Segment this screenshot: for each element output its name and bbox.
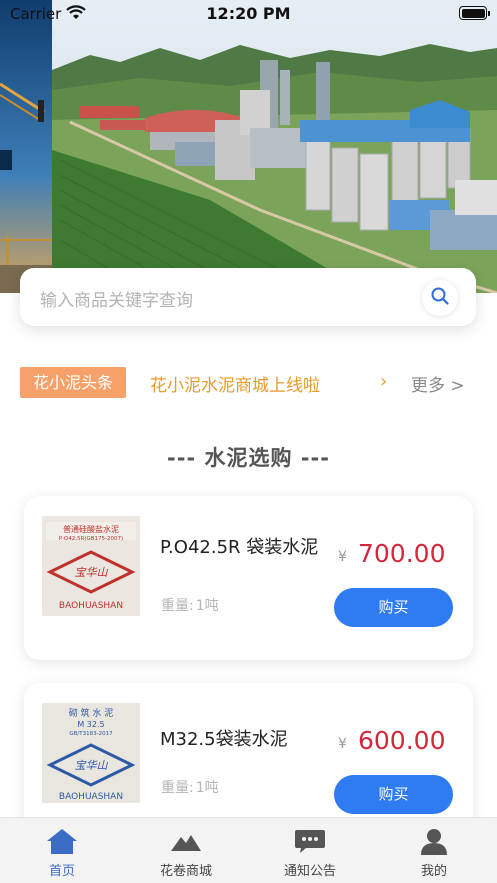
bag-brand-en: BAOHUASHAN xyxy=(59,792,123,802)
tab-label: 我的 xyxy=(420,864,447,879)
mountain-icon xyxy=(170,827,202,855)
weight-value: 1吨 xyxy=(195,780,219,796)
bag-brand: 宝华山 xyxy=(75,566,109,579)
tab-mall[interactable]: 花卷商城 xyxy=(124,818,248,883)
product-price: 700.00 xyxy=(358,539,446,568)
tab-label: 通知公告 xyxy=(283,864,336,879)
section-title: --- 水泥选购 --- xyxy=(167,446,330,470)
buy-button[interactable]: 购买 xyxy=(334,588,453,627)
product-weight: 重量: 1吨 xyxy=(161,777,219,797)
tab-home[interactable]: 首页 xyxy=(0,818,124,883)
product-image: 普通硅酸盐水泥 P·O42.5R(GB175-2007) 宝华山 BAOHUAS… xyxy=(42,516,140,616)
buy-button[interactable]: 购买 xyxy=(334,775,453,814)
bag-brand: 宝华山 xyxy=(75,759,109,772)
search-input[interactable]: 输入商品关键字查询 xyxy=(40,286,193,311)
hero-banner[interactable] xyxy=(0,0,497,293)
tab-profile[interactable]: 我的 xyxy=(372,818,496,883)
chevron-right-icon[interactable]: › xyxy=(380,371,387,392)
user-icon xyxy=(418,827,450,855)
tab-bar: 首页 花卷商城 通知公告 我的 xyxy=(0,817,497,883)
tab-label: 花卷商城 xyxy=(159,864,212,879)
news-more-link[interactable]: 更多 > xyxy=(411,371,465,396)
product-image: 砌 筑 水 泥 M 32.5 GB/T3183-2017 宝华山 BAOHUAS… xyxy=(42,703,140,803)
weight-value: 1吨 xyxy=(195,598,219,614)
bag-std: GB/T3183-2017 xyxy=(69,731,113,737)
news-headline[interactable]: 花小泥水泥商城上线啦 xyxy=(150,371,320,396)
search-bar[interactable]: 输入商品关键字查询 xyxy=(20,268,476,326)
search-button[interactable] xyxy=(422,280,458,316)
news-tag: 花小泥头条 xyxy=(20,367,126,398)
home-icon xyxy=(46,827,78,855)
bag-label: 普通硅酸盐水泥 xyxy=(63,524,119,534)
status-bar: Carrier 12:20 PM xyxy=(0,0,497,28)
weight-label: 重量: xyxy=(161,780,194,796)
bag-code: P·O42.5R(GB175-2007) xyxy=(59,536,123,542)
clock: 12:20 PM xyxy=(206,4,291,23)
search-icon xyxy=(430,286,450,310)
currency-symbol: ¥ xyxy=(338,549,347,565)
bag-brand-en: BAOHUASHAN xyxy=(59,601,123,611)
product-name[interactable]: P.O42.5R 袋装水泥 xyxy=(160,534,320,562)
battery-icon xyxy=(459,6,490,20)
bag-code: M 32.5 xyxy=(77,720,104,729)
product-name[interactable]: M32.5袋装水泥 xyxy=(160,726,320,754)
product-price: 600.00 xyxy=(358,726,446,755)
tab-notices[interactable]: 通知公告 xyxy=(248,818,372,883)
product-weight: 重量: 1吨 xyxy=(161,595,219,615)
bag-label: 砌 筑 水 泥 xyxy=(69,707,114,719)
product-card[interactable]: 普通硅酸盐水泥 P·O42.5R(GB175-2007) 宝华山 BAOHUAS… xyxy=(24,496,473,660)
currency-symbol: ¥ xyxy=(338,736,347,752)
tab-label: 首页 xyxy=(48,864,75,879)
weight-label: 重量: xyxy=(161,598,194,614)
message-icon xyxy=(294,827,326,855)
